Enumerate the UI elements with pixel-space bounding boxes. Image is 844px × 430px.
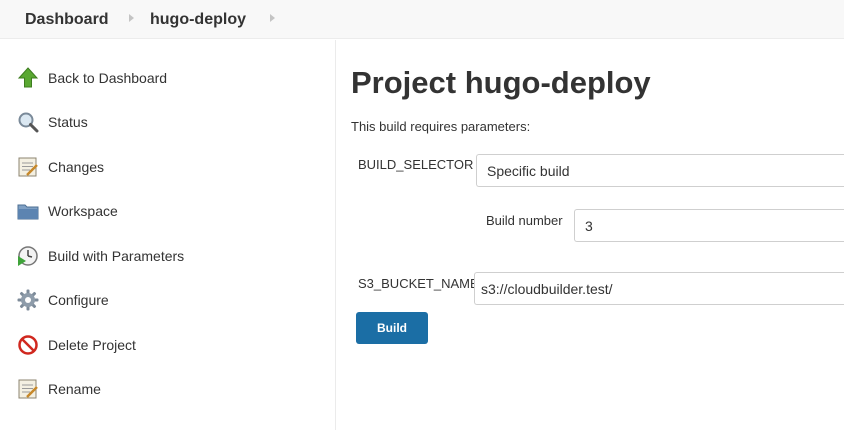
clock-play-icon [16,244,40,268]
sidebar: Back to Dashboard Status Changes Workspa… [0,40,336,430]
build-number-input[interactable] [574,209,844,242]
sidebar-item-rename[interactable]: Rename [14,374,314,404]
main-panel: Project hugo-deploy This build requires … [337,40,844,430]
sidebar-item-status[interactable]: Status [14,107,314,137]
build-button[interactable]: Build [356,312,428,344]
sidebar-item-delete-project[interactable]: Delete Project [14,330,314,360]
breadcrumb-dashboard[interactable]: Dashboard [25,11,109,29]
sidebar-item-workspace[interactable]: Workspace [14,196,314,226]
sidebar-item-changes[interactable]: Changes [14,152,314,182]
sidebar-item-label: Delete Project [48,337,136,353]
sidebar-item-label: Workspace [48,203,118,219]
up-arrow-icon [16,66,40,90]
build-selector-label: BUILD_SELECTOR [358,157,474,172]
sidebar-item-label: Rename [48,381,101,397]
sidebar-item-label: Status [48,114,88,130]
breadcrumb: Dashboard hugo-deploy [0,0,844,39]
sidebar-item-label: Back to Dashboard [48,70,168,86]
sidebar-item-back-to-dashboard[interactable]: Back to Dashboard [14,63,314,93]
parameters-hint: This build requires parameters: [351,119,531,134]
gear-icon [16,288,40,312]
sidebar-item-build-with-parameters[interactable]: Build with Parameters [14,241,314,271]
s3-bucket-input[interactable] [474,272,844,305]
magnifier-icon [16,110,40,134]
s3-bucket-label: S3_BUCKET_NAME [358,276,479,291]
sidebar-item-configure[interactable]: Configure [14,285,314,315]
notepad-icon [16,377,40,401]
page-title: Project hugo-deploy [351,65,651,100]
build-selector-select[interactable]: Specific build [476,154,844,187]
notepad-icon [16,155,40,179]
sidebar-item-label: Build with Parameters [48,248,185,264]
breadcrumb-project[interactable]: hugo-deploy [150,11,246,29]
no-entry-icon [16,333,40,357]
breadcrumb-separator-icon[interactable] [270,14,275,22]
sidebar-item-label: Configure [48,292,109,308]
build-number-label: Build number [486,213,563,228]
sidebar-item-label: Changes [48,159,105,175]
build-selector-value: Specific build [487,163,570,179]
breadcrumb-separator-icon[interactable] [129,14,134,22]
folder-icon [16,199,40,223]
